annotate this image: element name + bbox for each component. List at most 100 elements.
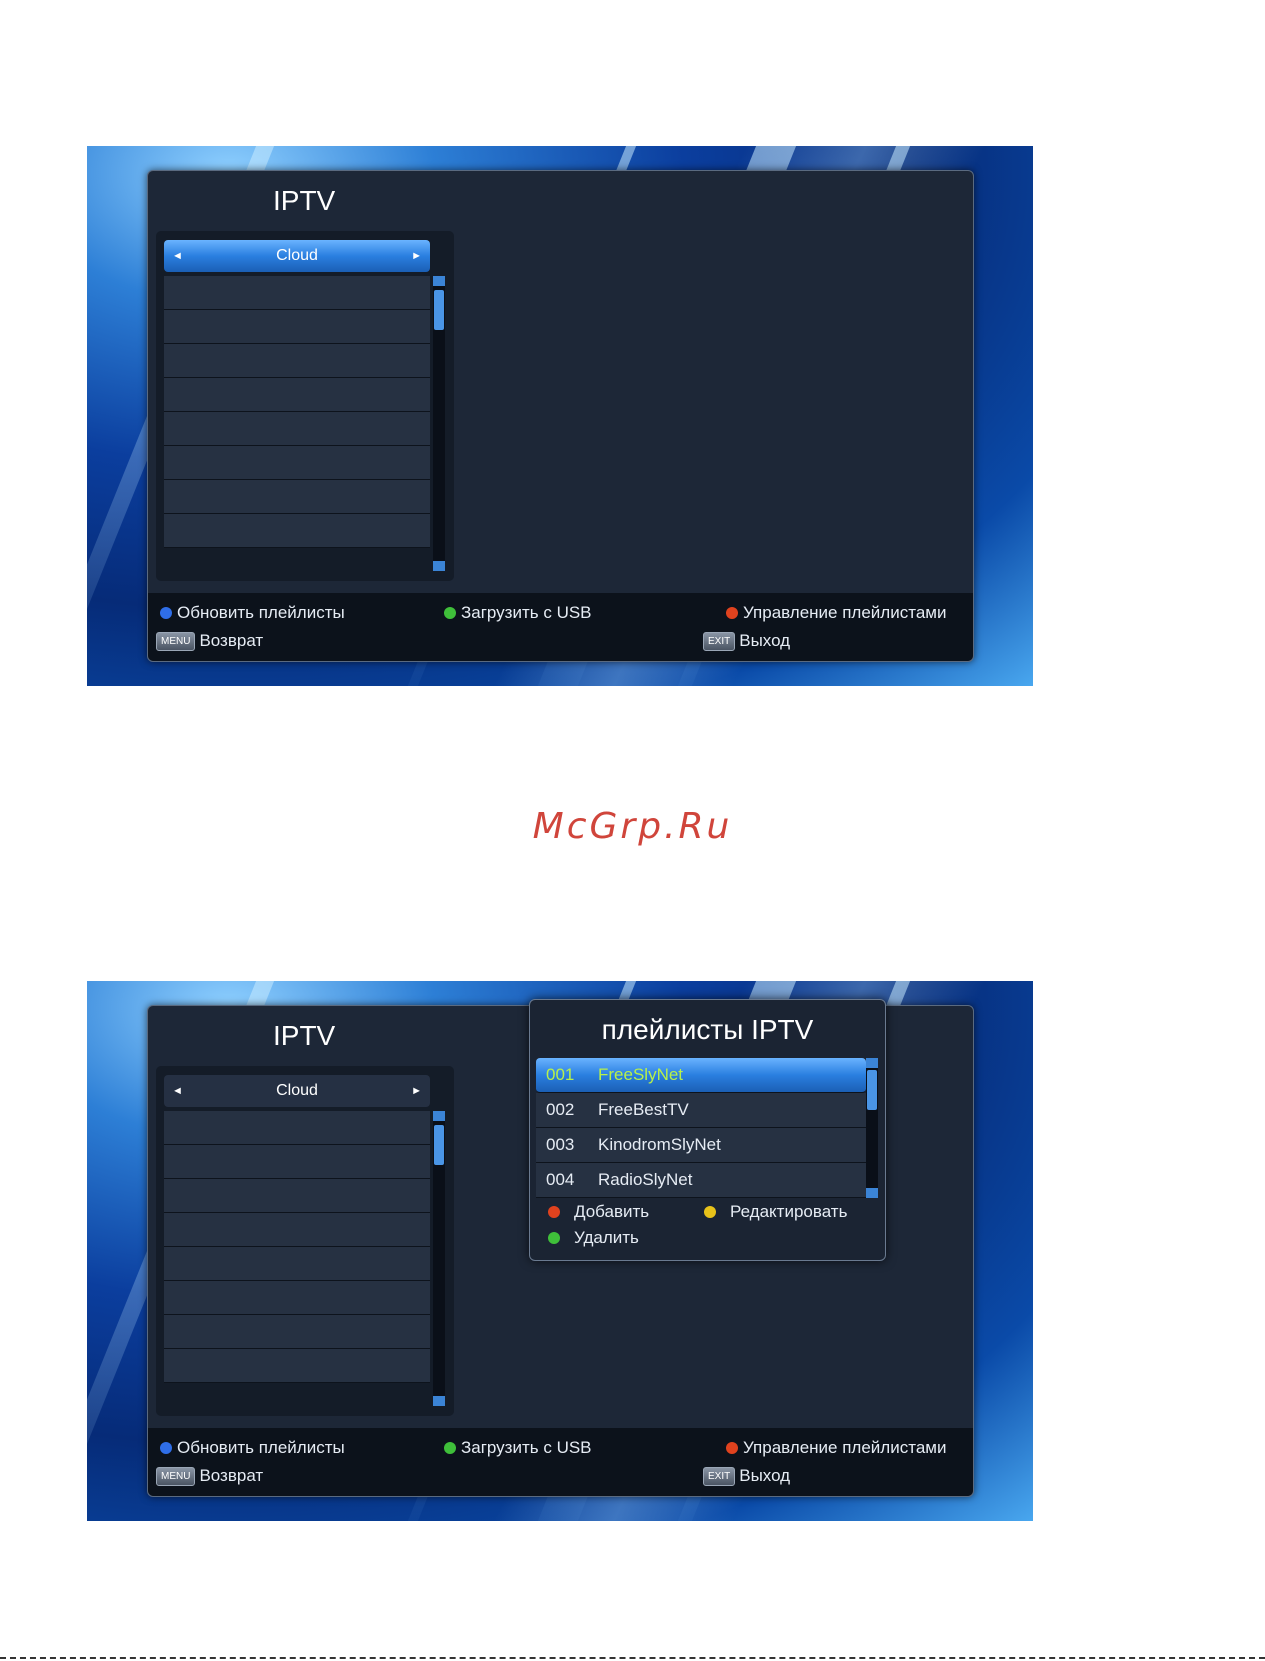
playlist-row[interactable]: 004 RadioSlyNet bbox=[536, 1163, 866, 1198]
iptv-screen-2: IPTV ◄ Cloud ► Обновить плейлисты Загруз… bbox=[87, 981, 1033, 1521]
list-item[interactable] bbox=[164, 1315, 430, 1349]
usb-label: Загрузить с USB bbox=[461, 603, 592, 622]
delete-hint[interactable]: Удалить bbox=[548, 1228, 639, 1248]
source-selector-label: Cloud bbox=[276, 247, 318, 264]
scroll-down-icon[interactable] bbox=[433, 561, 445, 571]
manage-hint[interactable]: Управление плейлистами bbox=[726, 603, 946, 623]
green-key-icon bbox=[444, 1442, 456, 1454]
manage-hint[interactable]: Управление плейлистами bbox=[726, 1438, 946, 1458]
exit-key-icon: EXIT bbox=[703, 1466, 736, 1486]
arrow-right-icon[interactable]: ► bbox=[411, 250, 422, 262]
usb-hint[interactable]: Загрузить с USB bbox=[444, 603, 592, 623]
scroll-thumb[interactable] bbox=[867, 1070, 877, 1110]
back-label: Возврат bbox=[199, 1466, 264, 1485]
watermark: McGrp.Ru bbox=[532, 806, 733, 847]
scroll-down-icon[interactable] bbox=[866, 1188, 878, 1198]
add-hint[interactable]: Добавить bbox=[548, 1202, 649, 1222]
playlist-number: 001 bbox=[546, 1065, 575, 1084]
list-item[interactable] bbox=[164, 310, 430, 344]
refresh-label: Обновить плейлисты bbox=[177, 603, 345, 622]
edit-label: Редактировать bbox=[730, 1202, 848, 1221]
list-item[interactable] bbox=[164, 1213, 430, 1247]
list-item[interactable] bbox=[164, 412, 430, 446]
refresh-hint[interactable]: Обновить плейлисты bbox=[160, 603, 345, 623]
playlist-row[interactable]: 003 KinodromSlyNet bbox=[536, 1128, 866, 1163]
menu-key-icon: MENU bbox=[156, 1466, 196, 1486]
list-item[interactable] bbox=[164, 1281, 430, 1315]
channel-rows bbox=[164, 1111, 430, 1383]
source-selector[interactable]: ◄ Cloud ► bbox=[164, 240, 430, 272]
list-item[interactable] bbox=[164, 480, 430, 514]
yellow-key-icon bbox=[704, 1206, 716, 1218]
usb-hint[interactable]: Загрузить с USB bbox=[444, 1438, 592, 1458]
channel-rows bbox=[164, 276, 430, 548]
page-title: IPTV bbox=[273, 185, 336, 216]
arrow-left-icon[interactable]: ◄ bbox=[172, 250, 183, 262]
edit-hint[interactable]: Редактировать bbox=[704, 1202, 847, 1222]
page-divider bbox=[0, 1657, 1265, 1659]
exit-key-icon: EXIT bbox=[703, 631, 736, 651]
playlist-channel-list: ◄ Cloud ► bbox=[156, 1066, 454, 1416]
arrow-right-icon[interactable]: ► bbox=[411, 1085, 422, 1097]
scroll-up-icon[interactable] bbox=[866, 1058, 878, 1068]
back-hint[interactable]: MENU Возврат bbox=[156, 1466, 263, 1486]
refresh-label: Обновить плейлисты bbox=[177, 1438, 345, 1457]
red-key-icon bbox=[548, 1206, 560, 1218]
delete-label: Удалить bbox=[574, 1228, 639, 1247]
page-title: IPTV bbox=[273, 1020, 336, 1051]
scrollbar[interactable] bbox=[433, 1111, 445, 1406]
scrollbar[interactable] bbox=[433, 276, 445, 571]
iptv-screen-1: IPTV ◄ Cloud ► Обновить плейлисты Загруз… bbox=[87, 146, 1033, 686]
playlist-row[interactable]: 002 FreeBestTV bbox=[536, 1093, 866, 1128]
list-item[interactable] bbox=[164, 1349, 430, 1383]
popup-scrollbar[interactable] bbox=[866, 1058, 878, 1198]
refresh-hint[interactable]: Обновить плейлисты bbox=[160, 1438, 345, 1458]
source-selector[interactable]: ◄ Cloud ► bbox=[164, 1075, 430, 1107]
list-item[interactable] bbox=[164, 344, 430, 378]
exit-label: Выход bbox=[739, 631, 791, 650]
playlist-name: RadioSlyNet bbox=[598, 1170, 693, 1189]
back-hint[interactable]: MENU Возврат bbox=[156, 631, 263, 651]
arrow-left-icon[interactable]: ◄ bbox=[172, 1085, 183, 1097]
scroll-thumb[interactable] bbox=[434, 290, 444, 330]
usb-label: Загрузить с USB bbox=[461, 1438, 592, 1457]
scroll-down-icon[interactable] bbox=[433, 1396, 445, 1406]
exit-hint[interactable]: EXIT Выход bbox=[703, 1466, 790, 1486]
list-item[interactable] bbox=[164, 1247, 430, 1281]
list-item[interactable] bbox=[164, 1111, 430, 1145]
playlist-name: FreeSlyNet bbox=[598, 1065, 684, 1084]
playlist-number: 003 bbox=[546, 1135, 575, 1154]
blue-key-icon bbox=[160, 607, 172, 619]
manage-label: Управление плейлистами bbox=[743, 1438, 947, 1457]
list-item[interactable] bbox=[164, 1179, 430, 1213]
exit-hint[interactable]: EXIT Выход bbox=[703, 631, 790, 651]
scroll-thumb[interactable] bbox=[434, 1125, 444, 1165]
playlist-row[interactable]: 001 FreeSlyNet bbox=[536, 1058, 866, 1093]
playlist-channel-list: ◄ Cloud ► bbox=[156, 231, 454, 581]
green-key-icon bbox=[548, 1232, 560, 1244]
menu-key-icon: MENU bbox=[156, 631, 196, 651]
back-label: Возврат bbox=[199, 631, 264, 650]
playlists-popup: плейлисты IPTV 001 FreeSlyNet 002 FreeBe… bbox=[529, 999, 886, 1261]
footer-hints: Обновить плейлисты Загрузить с USB Управ… bbox=[148, 1428, 973, 1496]
playlist-name: KinodromSlyNet bbox=[598, 1135, 721, 1154]
list-item[interactable] bbox=[164, 276, 430, 310]
manage-label: Управление плейлистами bbox=[743, 603, 947, 622]
red-key-icon bbox=[726, 1442, 738, 1454]
scroll-up-icon[interactable] bbox=[433, 276, 445, 286]
playlist-name: FreeBestTV bbox=[598, 1100, 689, 1119]
list-item[interactable] bbox=[164, 446, 430, 480]
iptv-panel: IPTV ◄ Cloud ► Обновить плейлисты Загруз… bbox=[147, 170, 974, 662]
list-item[interactable] bbox=[164, 514, 430, 548]
playlists-list: 001 FreeSlyNet 002 FreeBestTV 003 Kinodr… bbox=[536, 1058, 866, 1198]
source-selector-label: Cloud bbox=[276, 1082, 318, 1099]
scroll-up-icon[interactable] bbox=[433, 1111, 445, 1121]
popup-title: плейлисты IPTV bbox=[601, 1014, 814, 1045]
playlist-number: 002 bbox=[546, 1100, 575, 1119]
blue-key-icon bbox=[160, 1442, 172, 1454]
list-item[interactable] bbox=[164, 1145, 430, 1179]
list-item[interactable] bbox=[164, 378, 430, 412]
playlist-number: 004 bbox=[546, 1170, 575, 1189]
footer-hints: Обновить плейлисты Загрузить с USB Управ… bbox=[148, 593, 973, 661]
red-key-icon bbox=[726, 607, 738, 619]
